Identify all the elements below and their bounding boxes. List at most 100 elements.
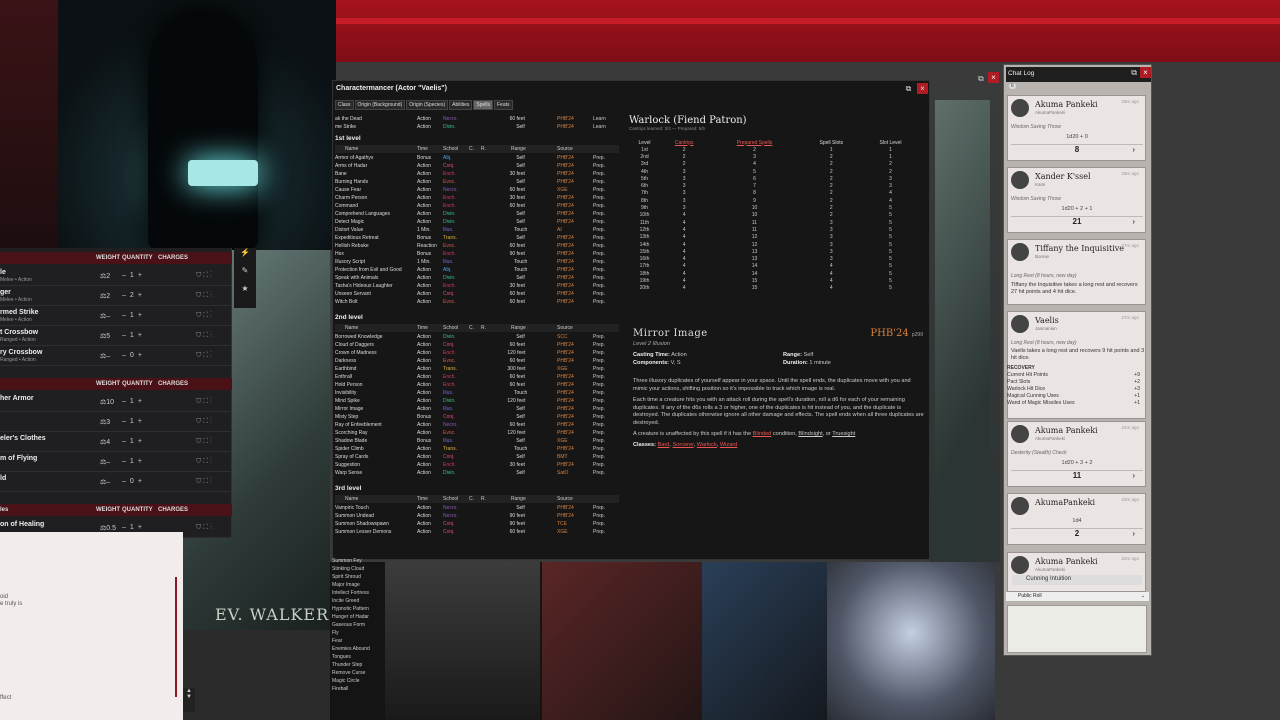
plus-button[interactable]: +: [138, 352, 146, 359]
item-actions[interactable]: ⛉ ⛶ ⋮: [196, 312, 212, 320]
plus-button[interactable]: +: [138, 292, 146, 299]
column-header-c[interactable]: C.: [469, 325, 474, 331]
chevron-right-icon[interactable]: ›: [1132, 217, 1135, 226]
spell-row[interactable]: Spider Climb Action Trans. Touch PHB'24 Prep.: [335, 445, 619, 453]
prep-button[interactable]: Prep.: [593, 390, 605, 396]
chat-input[interactable]: [1007, 605, 1147, 653]
spell-name[interactable]: Stinking Cloud: [332, 566, 384, 574]
quantity-stepper[interactable]: –1+: [122, 524, 146, 531]
spell-row[interactable]: Crown of Madness Action Ench. 120 feet PHB'2…: [335, 349, 619, 357]
spell-row[interactable]: Summon Undead Action Necro. 90 feet PHB'24 Pr…: [335, 512, 619, 520]
column-header-range[interactable]: Range: [511, 325, 526, 331]
spell-row[interactable]: Ray of Enfeeblement Action Necro. 60 feet PH…: [335, 421, 619, 429]
item-actions[interactable]: ⛉ ⛶ ⋮: [196, 478, 212, 486]
minus-button[interactable]: –: [122, 312, 130, 319]
plus-button[interactable]: +: [138, 524, 146, 531]
prep-button[interactable]: Prep.: [593, 259, 605, 265]
spell-row[interactable]: Armor of Agathys Bonus Abj. Self PHB'24 Prep.: [335, 154, 619, 162]
prep-button[interactable]: Prep.: [593, 235, 605, 241]
column-header-time[interactable]: Time: [417, 325, 428, 331]
quill-icon[interactable]: ✎: [234, 266, 256, 284]
prep-button[interactable]: Prep.: [593, 299, 605, 305]
inventory-item[interactable]: m of Flying ⚖– –1+ ⛉ ⛶ ⋮: [0, 452, 232, 472]
spell-name[interactable]: Fireball: [332, 686, 384, 694]
prep-button[interactable]: Prep.: [593, 275, 605, 281]
popout-icon[interactable]: ⧉: [903, 83, 914, 94]
spell-row[interactable]: Borrowed Knowledge Action Divin. Self SCC Pre…: [335, 333, 619, 341]
column-header-school[interactable]: School: [443, 325, 458, 331]
prep-button[interactable]: Prep.: [593, 462, 605, 468]
star-icon[interactable]: ★: [234, 284, 256, 302]
spell-row[interactable]: Earthbind Action Trans. 300 feet XGE Prep.: [335, 365, 619, 373]
item-actions[interactable]: ⛉ ⛶ ⋮: [196, 524, 212, 532]
prep-button[interactable]: Prep.: [593, 513, 605, 519]
quantity-stepper[interactable]: –0+: [122, 478, 146, 485]
prep-button[interactable]: Learn: [593, 124, 606, 130]
quantity-stepper[interactable]: –1+: [122, 272, 146, 279]
spell-name[interactable]: Fly: [332, 630, 384, 638]
spell-row[interactable]: Burning Hands Action Evoc. Self PHB'24 Prep.: [335, 178, 619, 186]
plus-button[interactable]: +: [138, 418, 146, 425]
item-actions[interactable]: ⛉ ⛶ ⋮: [196, 292, 212, 300]
avatar[interactable]: [1011, 556, 1029, 574]
roll-result[interactable]: 11 ›: [1011, 470, 1143, 482]
spell-row[interactable]: Enthrall Action Ench. 60 feet PHB'24 Prep.: [335, 373, 619, 381]
column-header-source[interactable]: Source: [557, 496, 573, 502]
class-link-wizard[interactable]: Wizard: [720, 442, 737, 448]
inventory-item[interactable]: ⚖3 –1+ ⛉ ⛶ ⋮: [0, 412, 232, 432]
prep-button[interactable]: Prep.: [593, 521, 605, 527]
spell-row[interactable]: Darkness Action Evoc. 60 feet PHB'24 Prep.: [335, 357, 619, 365]
avatar[interactable]: [1011, 99, 1029, 117]
class-link-bard[interactable]: Bard: [658, 442, 670, 448]
column-header-school[interactable]: School: [443, 146, 458, 152]
spell-row[interactable]: Command Action Ench. 60 feet PHB'24 Prep.: [335, 202, 619, 210]
prep-button[interactable]: Prep.: [593, 414, 605, 420]
prep-button[interactable]: Prep.: [593, 179, 605, 185]
spell-row[interactable]: me Strike Action Divin. Self PHB'24 Learn: [335, 123, 619, 131]
avatar[interactable]: [1011, 425, 1029, 443]
prep-button[interactable]: Prep.: [593, 505, 605, 511]
quantity-stepper[interactable]: –1+: [122, 332, 146, 339]
quantity-stepper[interactable]: –1+: [122, 398, 146, 405]
column-header-name[interactable]: Name: [345, 496, 358, 502]
spell-row[interactable]: Unseen Servant Action Conj. 60 feet PHB'24 Pr…: [335, 290, 619, 298]
lightning-icon[interactable]: ⚡: [234, 248, 256, 266]
quantity-stepper[interactable]: –0+: [122, 352, 146, 359]
column-header-source[interactable]: Source: [557, 146, 573, 152]
column-header-c[interactable]: C.: [469, 496, 474, 502]
column-header-range[interactable]: Range: [511, 146, 526, 152]
note-scroller[interactable]: ▲ ▼: [183, 688, 195, 712]
popout-icon[interactable]: ⧉: [978, 74, 984, 84]
class-link-sorcerer[interactable]: Sorcerer: [673, 442, 694, 448]
spell-name[interactable]: Hunger of Hadar: [332, 614, 384, 622]
plus-button[interactable]: +: [138, 332, 146, 339]
spell-row[interactable]: Mirror Image Action Illus. Self PHB'24 Prep.: [335, 405, 619, 413]
prep-button[interactable]: Prep.: [593, 227, 605, 233]
note-scrollbar[interactable]: [175, 577, 177, 697]
spell-row[interactable]: Mind Spike Action Divin. 120 feet PHB'24 Prep…: [335, 397, 619, 405]
tab-origin-background[interactable]: Origin (Background): [354, 100, 406, 110]
prep-button[interactable]: Prep.: [593, 366, 605, 372]
prep-button[interactable]: Prep.: [593, 398, 605, 404]
spell-row[interactable]: Summon Shadowspawn Action Conj. 90 feet TCE P…: [335, 520, 619, 528]
spell-row[interactable]: Warp Sense Action Divin. Self SatO Prep.: [335, 469, 619, 477]
quantity-stepper[interactable]: –1+: [122, 418, 146, 425]
spell-row[interactable]: Bane Action Ench. 30 feet PHB'24 Prep.: [335, 170, 619, 178]
plus-button[interactable]: +: [138, 312, 146, 319]
prep-button[interactable]: Prep.: [593, 334, 605, 340]
prep-button[interactable]: Prep.: [593, 529, 605, 535]
column-header-name[interactable]: Name: [345, 146, 358, 152]
minus-button[interactable]: –: [122, 458, 130, 465]
spell-row[interactable]: Protection from Evil and Good Action Abj. T…: [335, 266, 619, 274]
prep-button[interactable]: Prep.: [593, 406, 605, 412]
spell-name[interactable]: Magic Circle: [332, 678, 384, 686]
tab-origin-species[interactable]: Origin (Species): [406, 100, 449, 110]
chevron-right-icon[interactable]: ›: [1132, 471, 1135, 480]
truesight-link[interactable]: Truesight: [832, 431, 855, 437]
close-icon[interactable]: ×: [988, 72, 999, 83]
prep-button[interactable]: Prep.: [593, 155, 605, 161]
minus-button[interactable]: –: [122, 332, 130, 339]
roll-result[interactable]: 2 ›: [1011, 528, 1143, 540]
minus-button[interactable]: –: [122, 292, 130, 299]
inventory-item[interactable]: ry Crossbow Ranged • Action ⚖– –0+ ⛉ ⛶ ⋮: [0, 346, 232, 366]
